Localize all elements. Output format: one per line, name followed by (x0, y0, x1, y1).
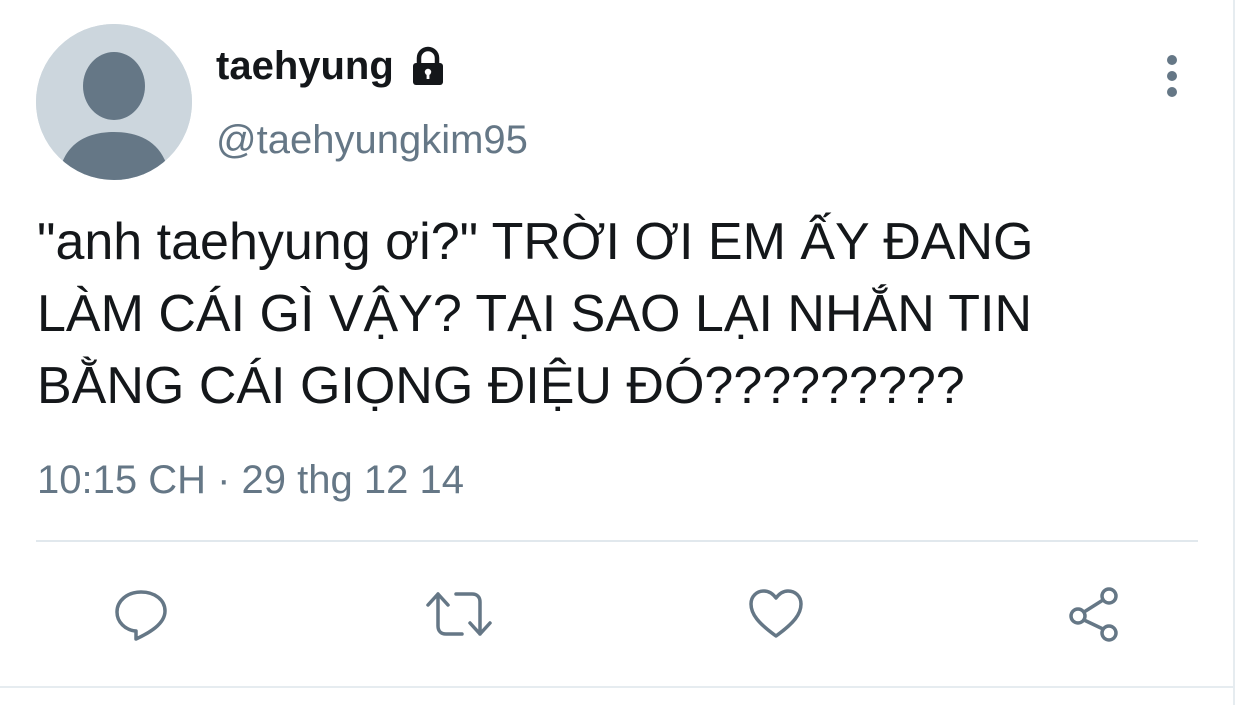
tweet-text: "anh taehyung ơi?" TRỜI ƠI EM ẤY ĐANG LÀ… (37, 213, 1034, 415)
default-avatar-icon (36, 24, 192, 180)
reply-button[interactable] (103, 576, 179, 652)
heart-icon (749, 589, 803, 638)
share-icon (1069, 587, 1118, 642)
retweet-button[interactable] (421, 576, 497, 652)
action-bar (0, 576, 1235, 652)
avatar[interactable] (36, 24, 192, 180)
retweet-icon (426, 592, 492, 636)
bottom-divider (0, 686, 1235, 688)
divider (36, 540, 1198, 542)
like-button[interactable] (738, 576, 814, 652)
display-name-text: taehyung (216, 44, 394, 88)
share-button[interactable] (1056, 576, 1132, 652)
more-vertical-icon (1167, 55, 1177, 97)
more-options-button[interactable] (1150, 52, 1194, 100)
tweet-timestamp[interactable]: 10:15 CH · 29 thg 12 14 (37, 452, 464, 508)
lock-icon (404, 42, 452, 90)
tweet-detail: taehyung @taehyungkim95 "anh taehyung ơi… (0, 0, 1235, 705)
user-handle[interactable]: @taehyungkim95 (216, 116, 528, 164)
display-name[interactable]: taehyung (216, 42, 452, 90)
reply-icon (115, 590, 167, 641)
